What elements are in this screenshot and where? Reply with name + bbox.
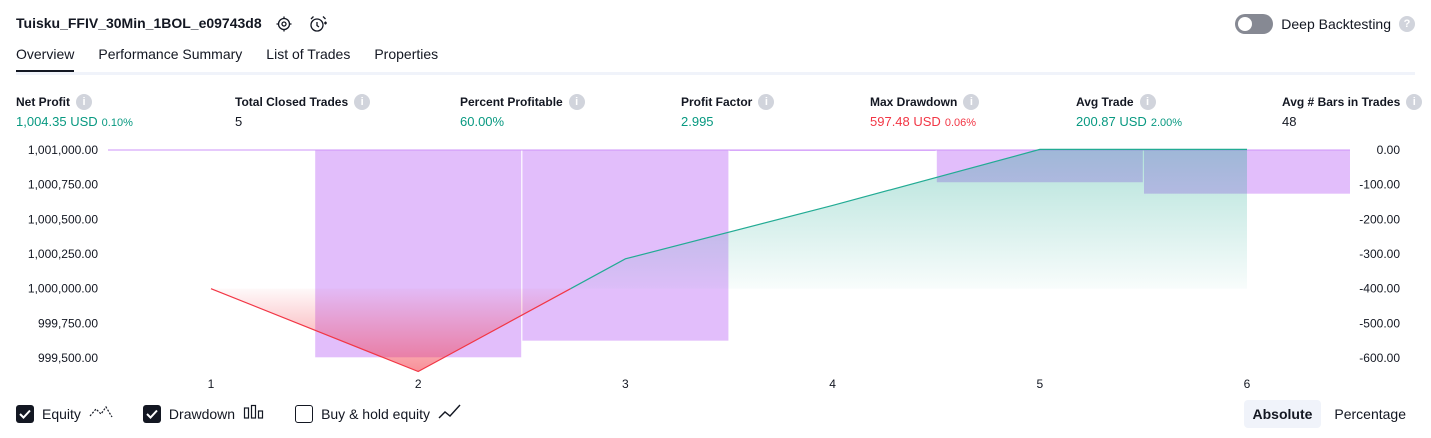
legend-equity[interactable]: Equity [16,404,113,423]
metric-label: Net Profit [16,95,70,109]
metric-profit-factor: Profit Factor i 2.995 [681,94,775,129]
metric-avg-trade: Avg Trade i 200.87 USD 2.00% [1076,94,1182,129]
y-right-tick-label: -100.00 [1359,178,1400,192]
metric-total-closed-trades: Total Closed Trades i 5 [235,94,371,129]
legend-buy-hold[interactable]: Buy & hold equity [295,404,462,423]
tab-list-of-trades[interactable]: List of Trades [266,46,350,73]
metric-value: 2.995 [681,114,714,129]
equity-line-icon [89,404,113,423]
trend-line-icon [438,404,462,423]
y-left-tick-label: 1,000,500.00 [28,212,98,226]
metric-value: 60.00% [460,114,505,129]
y-right-tick-label: -300.00 [1359,247,1400,261]
metric-label: Avg # Bars in Trades [1282,95,1401,109]
x-tick-label: 4 [829,377,836,391]
help-icon[interactable]: i [758,94,775,110]
metric-label: Percent Profitable [460,95,563,109]
y-right-tick-label: 0.00 [1377,143,1401,157]
legend-label: Buy & hold equity [321,405,431,422]
help-icon[interactable]: i [354,94,371,110]
help-icon[interactable]: i [568,94,585,110]
tab-divider [16,72,1415,75]
metric-net-profit: Net Profit i 1,004.35 USD 0.10% [16,94,133,129]
add-alert-icon[interactable] [308,14,328,34]
settings-icon[interactable] [274,14,294,34]
metric-value: 200.87 USD [1076,114,1147,129]
x-tick-label: 2 [415,377,422,391]
chart-legend: Equity Drawdown Buy & hold equity [16,404,462,423]
y-right-tick-label: -500.00 [1359,316,1400,330]
percentage-button[interactable]: Percentage [1325,400,1415,428]
metric-percent-profitable: Percent Profitable i 60.00% [460,94,585,129]
metric-value: 1,004.35 USD [16,114,98,129]
y-left-tick-label: 999,500.00 [38,351,98,365]
deep-backtesting-control: Deep Backtesting ? [1235,14,1415,34]
metric-value: 5 [235,114,243,129]
absolute-button[interactable]: Absolute [1243,400,1322,428]
tab-bar: Overview Performance Summary List of Tra… [16,46,438,73]
metric-percent: 0.10% [101,117,133,129]
strategy-title: Tuisku_FFIV_30Min_1BOL_e09743d8 [16,15,262,31]
deep-backtesting-label: Deep Backtesting [1281,16,1391,32]
metric-label: Max Drawdown [870,95,958,109]
help-icon[interactable]: i [1406,94,1423,110]
metric-percent: 0.06% [944,117,977,129]
metric-label: Profit Factor [681,95,753,109]
metric-label: Avg Trade [1076,95,1134,109]
y-right-tick-label: -600.00 [1359,351,1400,365]
tab-overview[interactable]: Overview [16,46,75,73]
x-tick-label: 1 [208,377,215,391]
y-left-tick-label: 1,001,000.00 [28,143,98,157]
deep-backtesting-toggle[interactable] [1235,14,1274,34]
y-right-tick-label: -400.00 [1359,282,1400,296]
scale-mode-switch: Absolute Percentage [1243,400,1416,428]
bar-chart-icon [243,404,265,423]
legend-label: Equity [42,405,81,422]
y-left-tick-label: 1,000,750.00 [28,178,98,192]
equity-checkbox[interactable] [16,404,34,423]
equity-drawdown-chart: 1,001,000.00 1,000,750.00 1,000,500.00 1,00… [28,143,1401,391]
metric-value: 48 [1282,114,1297,129]
x-tick-label: 3 [622,377,629,391]
metric-percent: 2.00% [1150,117,1183,129]
buy-hold-checkbox[interactable] [295,404,314,423]
y-left-tick-label: 1,000,250.00 [28,247,98,261]
y-left-tick-label: 999,750.00 [38,316,98,330]
metric-avg-bars: Avg # Bars in Trades i 48 [1282,94,1423,129]
help-icon[interactable]: i [963,94,980,110]
x-tick-label: 6 [1244,377,1251,391]
drawdown-checkbox[interactable] [142,404,161,423]
help-icon[interactable]: ? [1399,16,1415,32]
y-right-tick-label: -200.00 [1359,212,1400,226]
drawdown-bar [729,150,936,151]
help-icon[interactable]: i [1139,94,1156,110]
tab-properties[interactable]: Properties [374,46,438,73]
legend-drawdown[interactable]: Drawdown [142,404,265,423]
x-tick-label: 5 [1036,377,1043,391]
metric-max-drawdown: Max Drawdown i 597.48 USD 0.06% [870,94,980,129]
tab-performance-summary[interactable]: Performance Summary [98,46,242,73]
y-left-tick-label: 1,000,000.00 [28,282,98,296]
legend-label: Drawdown [168,405,236,422]
metric-label: Total Closed Trades [235,95,349,109]
metric-value: 597.48 USD [870,114,941,129]
help-icon[interactable]: i [76,94,92,110]
